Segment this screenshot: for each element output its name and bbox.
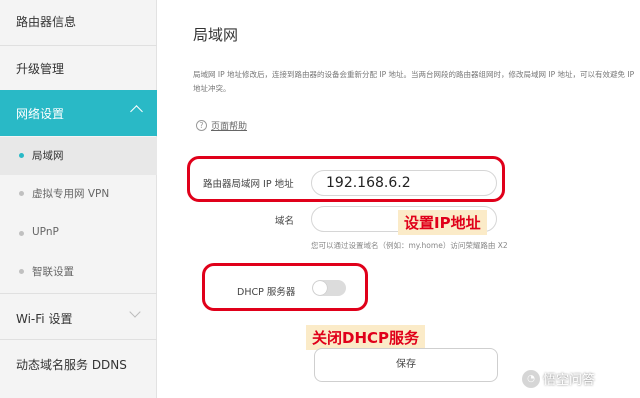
help-icon: ? xyxy=(196,120,207,131)
sidebar: 路由器信息 升级管理 网络设置 局域网 虚拟专用网 VPN UPnP 智联设置 … xyxy=(0,0,157,398)
bullet-icon xyxy=(19,191,24,196)
sidebar-subitem-label: 局域网 xyxy=(32,150,64,162)
watermark: ◔ 悟空问答 xyxy=(522,369,595,388)
sidebar-subitem-label: UPnP xyxy=(32,226,59,238)
chevron-up-icon xyxy=(130,105,143,118)
sidebar-item-label: 路由器信息 xyxy=(16,15,77,29)
sidebar-item-label: Wi-Fi 设置 xyxy=(16,312,73,326)
sidebar-item-ddns[interactable]: 动态域名服务 DDNS xyxy=(0,339,157,385)
callout-close-dhcp: 关闭DHCP服务 xyxy=(306,325,426,350)
ip-address-input[interactable]: 192.168.6.2 xyxy=(311,170,497,196)
callout-set-ip: 设置IP地址 xyxy=(398,210,487,235)
sidebar-item-router-info[interactable]: 路由器信息 xyxy=(0,0,157,46)
domain-hint: 您可以通过设置域名（例如：my.home）访问荣耀路由 X2 xyxy=(311,241,508,250)
help-link-label: 页面帮助 xyxy=(211,122,248,132)
watermark-text: 悟空问答 xyxy=(543,373,596,388)
sidebar-subitem-label: 智联设置 xyxy=(32,266,74,278)
bullet-icon xyxy=(19,269,24,274)
sidebar-item-upgrade[interactable]: 升级管理 xyxy=(0,45,157,91)
page-description: 局域网 IP 地址修改后，连接到路由器的设备会重新分配 IP 地址。当两台网段的… xyxy=(193,70,635,93)
dhcp-toggle[interactable] xyxy=(312,280,346,296)
sidebar-subitem-vpn[interactable]: 虚拟专用网 VPN xyxy=(0,175,157,213)
sidebar-item-wifi[interactable]: Wi-Fi 设置 xyxy=(0,293,157,339)
sidebar-item-label: 网络设置 xyxy=(16,107,65,121)
sidebar-item-network[interactable]: 网络设置 xyxy=(0,90,157,136)
ip-address-label: 路由器局域网 IP 地址 xyxy=(203,179,294,190)
ip-address-value: 192.168.6.2 xyxy=(326,175,411,191)
chevron-down-icon xyxy=(129,306,141,318)
bullet-icon xyxy=(19,153,24,158)
sidebar-item-label: 升级管理 xyxy=(16,62,65,76)
bullet-icon xyxy=(19,231,24,236)
sidebar-subitem-smart-link[interactable]: 智联设置 xyxy=(0,253,157,291)
dhcp-label: DHCP 服务器 xyxy=(237,287,296,298)
help-link[interactable]: ? 页面帮助 xyxy=(196,119,247,132)
wukong-logo-icon: ◔ xyxy=(522,369,540,388)
sidebar-subitem-lan[interactable]: 局域网 xyxy=(0,137,157,175)
sidebar-subitem-upnp[interactable]: UPnP xyxy=(0,215,157,253)
sidebar-subitem-label: 虚拟专用网 VPN xyxy=(32,188,110,200)
domain-label: 域名 xyxy=(275,216,295,227)
page-title: 局域网 xyxy=(193,26,239,44)
sidebar-item-label: 动态域名服务 DDNS xyxy=(16,358,127,372)
save-button[interactable]: 保存 xyxy=(314,348,498,382)
toggle-knob xyxy=(313,281,327,295)
